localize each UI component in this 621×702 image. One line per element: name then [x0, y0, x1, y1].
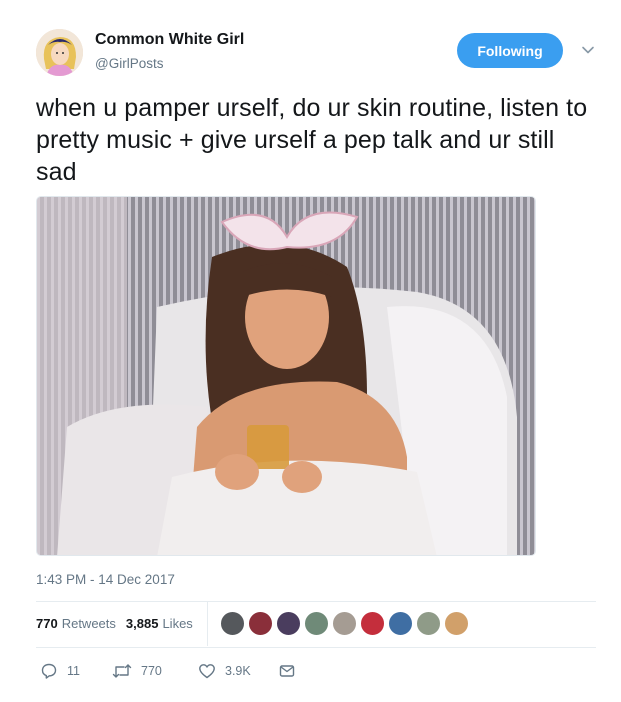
like-count: 3.9K [225, 664, 251, 678]
direct-message-button[interactable] [278, 662, 305, 680]
liker-avatar-icon[interactable] [444, 611, 469, 636]
photo-woman-in-bed-with-tea-icon [37, 197, 535, 555]
envelope-icon [279, 665, 295, 677]
retweet-icon [112, 664, 132, 678]
liker-avatar-icon[interactable] [416, 611, 441, 636]
author-display-name[interactable]: Common White Girl [95, 31, 244, 49]
likes-stat-label: Likes [162, 616, 193, 631]
tweet-stats: 770 Retweets 3,885 Likes [36, 616, 203, 631]
retweets-stat-count: 770 [36, 616, 58, 631]
author-handle[interactable]: @GirlPosts [95, 56, 163, 71]
retweet-button[interactable]: 770 [112, 662, 162, 680]
tweet-timestamp[interactable]: 1:43 PM - 14 Dec 2017 [36, 572, 175, 587]
reply-button[interactable]: 11 [40, 662, 80, 680]
stats-separator [207, 602, 208, 646]
like-button[interactable]: 3.9K [198, 662, 251, 680]
tweet-text: when u pamper urself, do ur skin routine… [36, 94, 588, 186]
liker-avatar-icon[interactable] [276, 611, 301, 636]
liker-avatar-icon[interactable] [220, 611, 245, 636]
divider [36, 601, 596, 602]
cartoon-princess-avatar-icon [36, 29, 83, 76]
likes-stat-count: 3,885 [125, 616, 159, 631]
liker-avatar-icon[interactable] [248, 611, 273, 636]
divider [36, 647, 596, 648]
liker-avatar-icon[interactable] [332, 611, 357, 636]
heart-icon [199, 664, 215, 679]
likes-stat[interactable]: 3,885 Likes [126, 616, 193, 631]
following-button[interactable]: Following [457, 33, 563, 68]
likers-avatar-list [220, 611, 472, 636]
tweet-media-image[interactable] [36, 196, 536, 556]
retweets-stat[interactable]: 770 Retweets [36, 616, 116, 631]
tweet-card: Common White Girl @GirlPosts Following w… [0, 0, 621, 702]
retweets-stat-label: Retweets [61, 616, 116, 631]
reply-icon [41, 663, 57, 679]
avatar[interactable] [36, 29, 83, 76]
reply-count: 11 [67, 664, 80, 678]
chevron-down-icon[interactable] [580, 42, 596, 58]
liker-avatar-icon[interactable] [388, 611, 413, 636]
liker-avatar-icon[interactable] [360, 611, 385, 636]
retweet-count: 770 [141, 664, 162, 678]
liker-avatar-icon[interactable] [304, 611, 329, 636]
